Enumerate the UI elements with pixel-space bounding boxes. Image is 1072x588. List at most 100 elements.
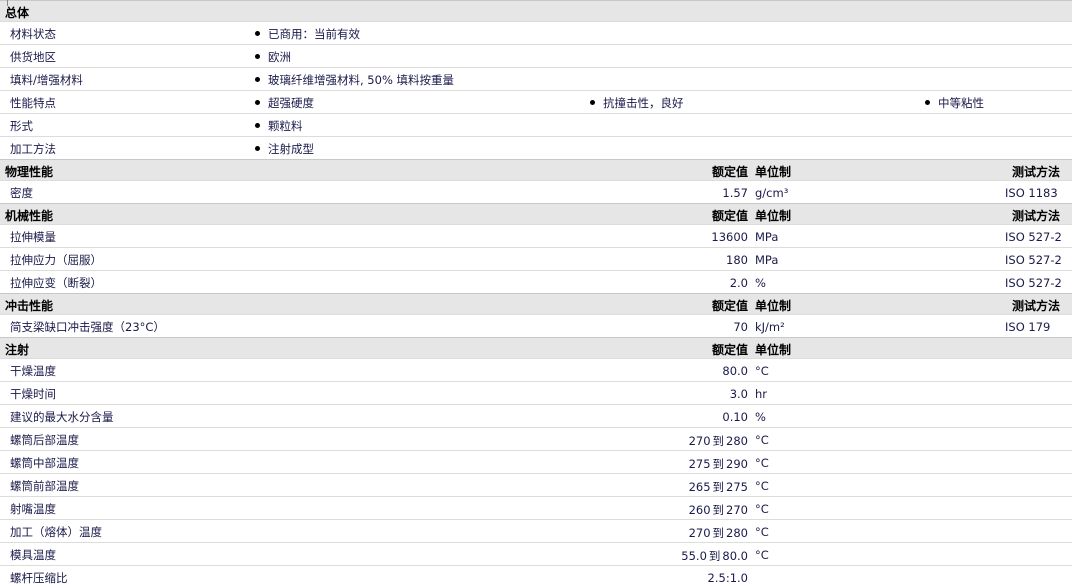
column-header-value: 额定值 [711,343,748,357]
bullet-icon [590,100,595,105]
unit: °C [755,525,769,539]
property-value-item: 超强硬度 [255,95,314,111]
table-row: 拉伸应力（屈服） 180 MPa ISO 527-2 [0,247,1072,270]
property-label: 供货地区 [10,50,56,64]
property-value-item: 玻璃纤维增强材料, 50% 填料按重量 [255,72,454,88]
property-label: 射嘴温度 [10,502,56,516]
property-label: 拉伸模量 [10,230,56,244]
bullet-icon [255,54,260,59]
column-header-unit: 单位制 [755,299,792,313]
property-value-text: 中等粘性 [938,96,984,110]
test-method: ISO 527-2 [1005,253,1062,267]
nominal-value: 3.0 [729,387,748,401]
column-header-unit: 单位制 [755,209,792,223]
bullet-icon [925,100,930,105]
property-label: 形式 [10,119,33,133]
column-header-value: 额定值 [711,209,748,223]
section-header-mechanical: 机械性能 额定值 单位制 测试方法 [0,203,1072,224]
property-label: 加工方法 [10,142,56,156]
property-value-item: 已商用：当前有效 [255,26,360,42]
range-high: 275 [726,480,748,494]
bullet-icon [255,31,260,36]
range-separator: 到 [712,457,725,471]
column-header-value: 额定值 [711,299,748,313]
table-row: 干燥温度 80.0 °C [0,358,1072,381]
table-row: 简支梁缺口冲击强度（23°C） 70 kJ/m² ISO 179 [0,314,1072,337]
nominal-value-range: 275 到 290 [689,456,748,472]
property-value-text: 玻璃纤维增强材料, 50% 填料按重量 [268,73,455,87]
test-method: ISO 1183 [1005,186,1058,200]
column-header-test-method: 测试方法 [1011,299,1060,313]
nominal-value-range: 270 到 280 [689,433,748,449]
table-row: 加工方法 注射成型 [0,136,1072,159]
nominal-value-range: 260 到 270 [689,502,748,518]
table-row: 螺筒前部温度 265 到 275 °C [0,473,1072,496]
nominal-value: 180 [726,253,748,267]
section-header-general: 总体 [0,0,1072,21]
property-value-text: 颗粒料 [268,119,303,133]
property-label: 螺筒前部温度 [10,479,79,493]
range-separator: 到 [712,526,725,540]
nominal-value: 80.0 [722,364,748,378]
table-row: 加工（熔体）温度 270 到 280 °C [0,519,1072,542]
property-value-item: 注射成型 [255,141,314,157]
table-row: 供货地区 欧洲 [0,44,1072,67]
property-label: 性能特点 [10,96,56,110]
range-low: 55.0 [681,549,707,563]
unit: °C [755,548,769,562]
range-low: 260 [688,503,711,517]
nominal-value-range: 270 到 280 [689,525,748,541]
property-value-item: 欧洲 [255,49,291,65]
datasheet: 总体材料状态 已商用：当前有效供货地区 欧洲填料/增强材料 玻璃纤维增强材料, 50%… [0,0,1072,588]
property-label: 拉伸应力（屈服） [10,253,102,267]
test-method: ISO 179 [1005,320,1051,334]
property-value-text: 超强硬度 [268,96,314,110]
property-label: 模具温度 [10,548,56,562]
table-row: 模具温度 55.0 到 80.0 °C [0,542,1072,565]
section-title: 注射 [5,343,30,357]
range-low: 265 [688,480,711,494]
table-row: 螺杆压缩比 2.5:1.0 [0,565,1072,588]
section-title: 冲击性能 [5,299,54,313]
bullet-icon [255,100,260,105]
unit: MPa [755,253,779,267]
table-row: 密度 1.57 g/cm³ ISO 1183 [0,180,1072,203]
column-header-test-method: 测试方法 [1011,165,1060,179]
nominal-value: 70 [733,320,748,334]
range-high: 280 [726,434,748,448]
range-low: 270 [688,526,711,540]
property-value-text: 欧洲 [268,50,291,64]
unit: hr [755,387,768,401]
table-row: 射嘴温度 260 到 270 °C [0,496,1072,519]
test-method: ISO 527-2 [1005,230,1062,244]
table-row: 建议的最大水分含量 0.10% [0,404,1072,427]
property-label: 干燥温度 [10,364,56,378]
nominal-value: 2.5:1.0 [707,571,748,585]
test-method: ISO 527-2 [1005,276,1062,290]
table-row: 性能特点 超强硬度 抗撞击性，良好 中等粘性 [0,90,1072,113]
nominal-value-range: 55.0 到 80.0 [681,548,748,564]
property-label: 螺杆压缩比 [10,571,68,585]
nominal-value: 0.10 [722,410,748,424]
range-high: 270 [726,503,748,517]
property-value-text: 注射成型 [268,142,314,156]
property-label: 简支梁缺口冲击强度（23°C） [10,320,165,334]
bullet-icon [255,123,260,128]
property-value-item: 抗撞击性，良好 [590,95,684,111]
range-separator: 到 [712,480,725,494]
section-header-injection: 注射 额定值 单位制 [0,337,1072,358]
section-title: 机械性能 [5,209,54,223]
section-header-physical: 物理性能 额定值 单位制 测试方法 [0,159,1072,180]
property-value-item: 中等粘性 [925,95,984,111]
range-high: 290 [726,457,748,471]
section-header-impact: 冲击性能 额定值 单位制 测试方法 [0,293,1072,314]
column-header-unit: 单位制 [755,343,792,357]
table-row: 干燥时间 3.0 hr [0,381,1072,404]
property-label: 材料状态 [10,27,56,41]
table-row: 填料/增强材料 玻璃纤维增强材料, 50% 填料按重量 [0,67,1072,90]
nominal-value: 2.0 [729,276,748,290]
property-value-text: 已商用：当前有效 [268,27,360,41]
property-label: 填料/增强材料 [10,73,83,87]
property-label: 加工（熔体）温度 [10,525,102,539]
column-header-value: 额定值 [711,165,748,179]
